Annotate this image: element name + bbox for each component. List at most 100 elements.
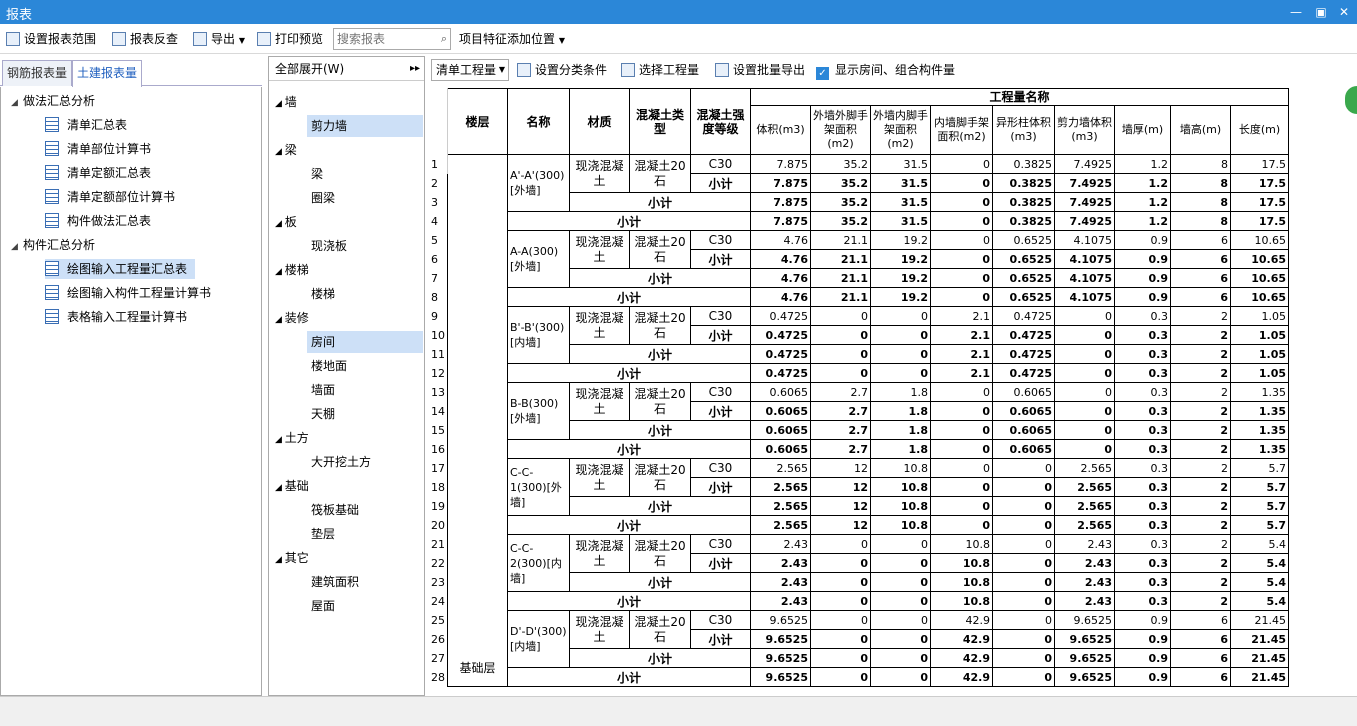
component-item[interactable]: 梁 [307,163,423,185]
minimize-icon[interactable]: — [1285,3,1307,21]
component-item[interactable]: 大开挖土方 [307,451,423,473]
value-cell: 0 [992,477,1055,497]
search-input[interactable] [334,29,430,49]
close-icon[interactable]: ✕ [1333,3,1355,21]
set-category-button[interactable]: 设置分类条件 [517,62,607,80]
component-item[interactable]: 房间 [307,331,423,353]
expand-arrow-icon[interactable]: ◢ [275,555,285,565]
component-label: 梁 [311,167,324,181]
component-item[interactable]: 筏板基础 [307,499,423,521]
table-row[interactable]: 16 小计 0.6065 2.7 1.8 0 0.6065 0 0.3 2 1.35 [429,439,1289,459]
table-row[interactable]: 9 B'-B'(300)[内墙] 现浇混凝土 混凝土20石 C30 0.4725 0 0 2.1… [429,306,1289,364]
value-cell: 7.4925 [1054,154,1115,174]
component-group[interactable]: ◢ 板 [275,211,297,233]
table-row[interactable]: 25 D'-D'(300)[内墙] 现浇混凝土 混凝土20石 C30 9.6525 0 0 42… [429,610,1289,668]
row-number: 25 [429,610,448,630]
component-item[interactable]: 天棚 [307,403,423,425]
select-quantity-button[interactable]: 选择工程量 [621,62,699,80]
tree-item[interactable]: 清单定额部位计算书 [45,187,183,207]
value-cell: 0.4725 [992,344,1055,364]
row-number: 13 [429,382,448,402]
tree-item[interactable]: 表格输入工程量计算书 [45,307,195,327]
table-row[interactable]: 5 A-A(300)[外墙] 现浇混凝土 混凝土20石 C30 4.76 21.1 19.2 0… [429,230,1289,288]
tree-item[interactable]: 清单部位计算书 [45,139,159,159]
add-feature-button[interactable]: 项目特征添加位置 ▼ [459,30,565,48]
table-row[interactable]: 24 小计 2.43 0 0 10.8 0 2.43 0.3 2 5.4 [429,591,1289,611]
expand-arrow-icon[interactable]: ◢ [275,219,285,229]
reverse-check-button[interactable]: 报表反查 [112,30,178,48]
export-button[interactable]: 导出 ▼ [193,30,245,48]
value-cell: 0 [1054,382,1115,402]
quantity-type-select[interactable]: 清单工程量 ▼ [431,59,509,81]
component-item[interactable]: 屋面 [307,595,423,617]
component-group[interactable]: ◢ 梁 [275,139,297,161]
column-header: 混凝土类型 [629,88,691,155]
collapse-arrow-icon[interactable]: ▸▸ [410,57,420,81]
tree-item[interactable]: 清单定额汇总表 [45,163,159,183]
tab-rebar-report[interactable]: 钢筋报表量 [2,60,73,86]
value-cell: 0 [992,572,1055,592]
search-icon[interactable]: ⌕ [441,32,447,46]
tree-item[interactable]: 清单汇总表 [45,115,135,135]
component-name-cell: B-B(300)[外墙] [507,382,570,440]
table-row[interactable]: 13 B-B(300)[外墙] 现浇混凝土 混凝土20石 C30 0.6065 2.7 1.8… [429,382,1289,440]
component-group[interactable]: ◢ 楼梯 [275,259,309,281]
component-item[interactable]: 楼梯 [307,283,423,305]
expand-arrow-icon[interactable]: ◢ [275,483,285,493]
expand-arrow-icon[interactable]: ◢ [275,315,285,325]
value-cell: 19.2 [870,268,931,288]
component-group[interactable]: ◢ 装修 [275,307,309,329]
table-row[interactable]: 1 基础层 A'-A'(300)[外墙] 现浇混凝土 混凝土20石 C30 7.875 35.… [429,154,1289,687]
expand-arrow-icon[interactable]: ◢ [275,267,285,277]
tree-item[interactable]: 构件做法汇总表 [45,211,159,231]
restore-icon[interactable]: ▣ [1310,3,1332,21]
expand-arrow-icon[interactable]: ◢ [11,237,23,257]
expand-arrow-icon[interactable]: ◢ [275,147,285,157]
status-bar [0,696,1357,726]
tree-item[interactable]: 绘图输入工程量汇总表 [45,259,196,279]
value-cell: 2 [1170,591,1231,611]
component-group[interactable]: ◢ 其它 [275,547,309,569]
value-cell: 1.2 [1114,173,1171,193]
show-rooms-checkbox[interactable]: ✓ 显示房间、组合构件量 [816,62,955,80]
table-row[interactable]: 28 小计 9.6525 0 0 42.9 0 9.6525 0.9 6 21.45 [429,667,1289,687]
table-row[interactable]: 17 C-C-1(300)[外墙] 现浇混凝土 混凝土20石 C30 2.565 12 10.… [429,458,1289,516]
value-cell: 0 [870,572,931,592]
search-box[interactable]: ⌕ [333,28,451,50]
value-cell: 0 [810,306,871,326]
value-cell: 1.8 [870,382,931,402]
expand-arrow-icon[interactable]: ◢ [275,435,285,445]
subtotal-label: 小计 [507,515,751,535]
component-group[interactable]: ◢ 土方 [275,427,309,449]
checkbox-checked-icon[interactable]: ✓ [816,67,829,80]
component-item[interactable]: 垫层 [307,523,423,545]
value-cell: 2 [1170,401,1231,421]
tree-group[interactable]: ◢ 构件汇总分析 [11,235,95,255]
component-item[interactable]: 建筑面积 [307,571,423,593]
component-item[interactable]: 现浇板 [307,235,423,257]
value-cell: 0 [810,629,871,649]
subtotal-label: 小计 [507,667,751,687]
set-range-button[interactable]: 设置报表范围 [6,30,96,48]
table-row[interactable]: 20 小计 2.565 12 10.8 0 0 2.565 0.3 2 5.7 [429,515,1289,535]
expand-arrow-icon[interactable]: ◢ [275,99,285,109]
component-item[interactable]: 墙面 [307,379,423,401]
component-item[interactable]: 剪力墙 [307,115,423,137]
component-item[interactable]: 楼地面 [307,355,423,377]
row-number: 6 [429,249,448,269]
table-row[interactable]: 12 小计 0.4725 0 0 2.1 0.4725 0 0.3 2 1.05 [429,363,1289,383]
table-row[interactable]: 4 小计 7.875 35.2 31.5 0 0.3825 7.4925 1.2 8 17.5 [429,211,1289,231]
table-row[interactable]: 8 小计 4.76 21.1 19.2 0 0.6525 4.1075 0.9 6 10.65 [429,287,1289,307]
component-item[interactable]: 圈梁 [307,187,423,209]
range-icon [6,32,20,46]
print-preview-button[interactable]: 打印预览 [257,30,323,48]
table-row[interactable]: 21 C-C-2(300)[内墙] 现浇混凝土 混凝土20石 C30 2.43 0 0 10.8… [429,534,1289,592]
component-group[interactable]: ◢ 墙 [275,91,297,113]
component-group[interactable]: ◢ 基础 [275,475,309,497]
tab-civil-report[interactable]: 土建报表量 [72,60,143,87]
expand-arrow-icon[interactable]: ◢ [11,93,23,113]
batch-export-button[interactable]: 设置批量导出 [715,62,805,80]
tree-group[interactable]: ◢ 做法汇总分析 [11,91,95,111]
tree-item[interactable]: 绘图输入构件工程量计算书 [45,283,219,303]
expand-all-button[interactable]: 全部展开(W) ▸▸ [269,57,424,81]
